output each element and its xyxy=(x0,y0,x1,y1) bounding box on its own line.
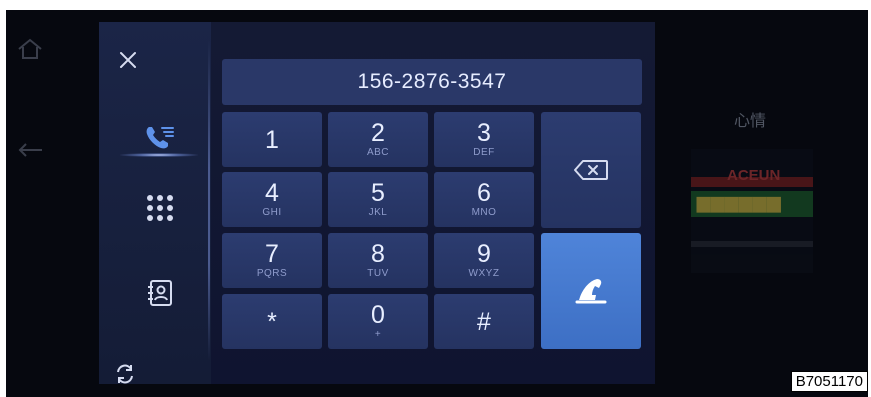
contacts-icon xyxy=(148,280,172,306)
call-button[interactable] xyxy=(541,233,641,349)
key-digit: 0 xyxy=(371,301,385,329)
backspace-button[interactable] xyxy=(541,112,641,228)
background-artwork: ACEUN ▆▆▆▆▆▆ xyxy=(691,149,813,273)
active-indicator xyxy=(120,153,198,157)
key-letters: JKL xyxy=(368,207,388,218)
phone-number-display[interactable]: 156-2876-3547 xyxy=(222,59,642,105)
backspace-icon xyxy=(574,160,608,180)
key-6[interactable]: 6 MNO xyxy=(434,172,534,227)
key-9[interactable]: 9 WXYZ xyxy=(434,233,534,288)
key-4[interactable]: 4 GHI xyxy=(222,172,322,227)
key-digit: 9 xyxy=(477,240,491,268)
key-letters: PQRS xyxy=(256,268,288,279)
key-letters: + xyxy=(374,329,382,340)
key-7[interactable]: 7 PQRS xyxy=(222,233,322,288)
key-digit: * xyxy=(267,307,277,336)
key-letters: ABC xyxy=(366,147,390,158)
nav-keypad[interactable] xyxy=(130,188,190,228)
key-star[interactable]: * xyxy=(222,294,322,349)
close-button[interactable] xyxy=(113,45,143,75)
key-digit: 3 xyxy=(477,119,491,147)
key-2[interactable]: 2 ABC xyxy=(328,112,428,167)
key-digit: 8 xyxy=(371,240,385,268)
nav-call-log[interactable] xyxy=(130,118,190,158)
sidebar-divider xyxy=(208,40,210,360)
key-digit: 5 xyxy=(371,179,385,207)
key-5[interactable]: 5 JKL xyxy=(328,172,428,227)
key-digit: 7 xyxy=(265,240,279,268)
sync-button[interactable] xyxy=(110,359,140,389)
figure-code: B7051170 xyxy=(790,371,868,392)
key-letters: WXYZ xyxy=(468,268,500,279)
background-label: 心情 xyxy=(734,113,767,130)
key-3[interactable]: 3 DEF xyxy=(434,112,534,167)
key-1[interactable]: 1 xyxy=(222,112,322,167)
key-digit: 6 xyxy=(477,179,491,207)
key-letters: TUV xyxy=(367,268,389,279)
key-letters: MNO xyxy=(471,207,497,218)
key-digit: 1 xyxy=(265,125,279,154)
key-hash[interactable]: # xyxy=(434,294,534,349)
key-digit: 2 xyxy=(371,119,385,147)
key-8[interactable]: 8 TUV xyxy=(328,233,428,288)
nav-contacts[interactable] xyxy=(130,273,190,313)
call-log-icon xyxy=(146,127,174,149)
sync-icon xyxy=(117,364,133,384)
key-0[interactable]: 0 + xyxy=(328,294,428,349)
back-icon[interactable] xyxy=(16,142,44,163)
home-icon[interactable] xyxy=(16,38,44,65)
key-digit: 4 xyxy=(265,179,279,207)
phone-icon xyxy=(575,279,607,304)
keypad-icon xyxy=(147,195,173,221)
close-icon xyxy=(120,52,136,68)
key-digit: # xyxy=(477,307,491,336)
key-letters: GHI xyxy=(262,207,282,218)
key-letters: DEF xyxy=(473,147,495,158)
